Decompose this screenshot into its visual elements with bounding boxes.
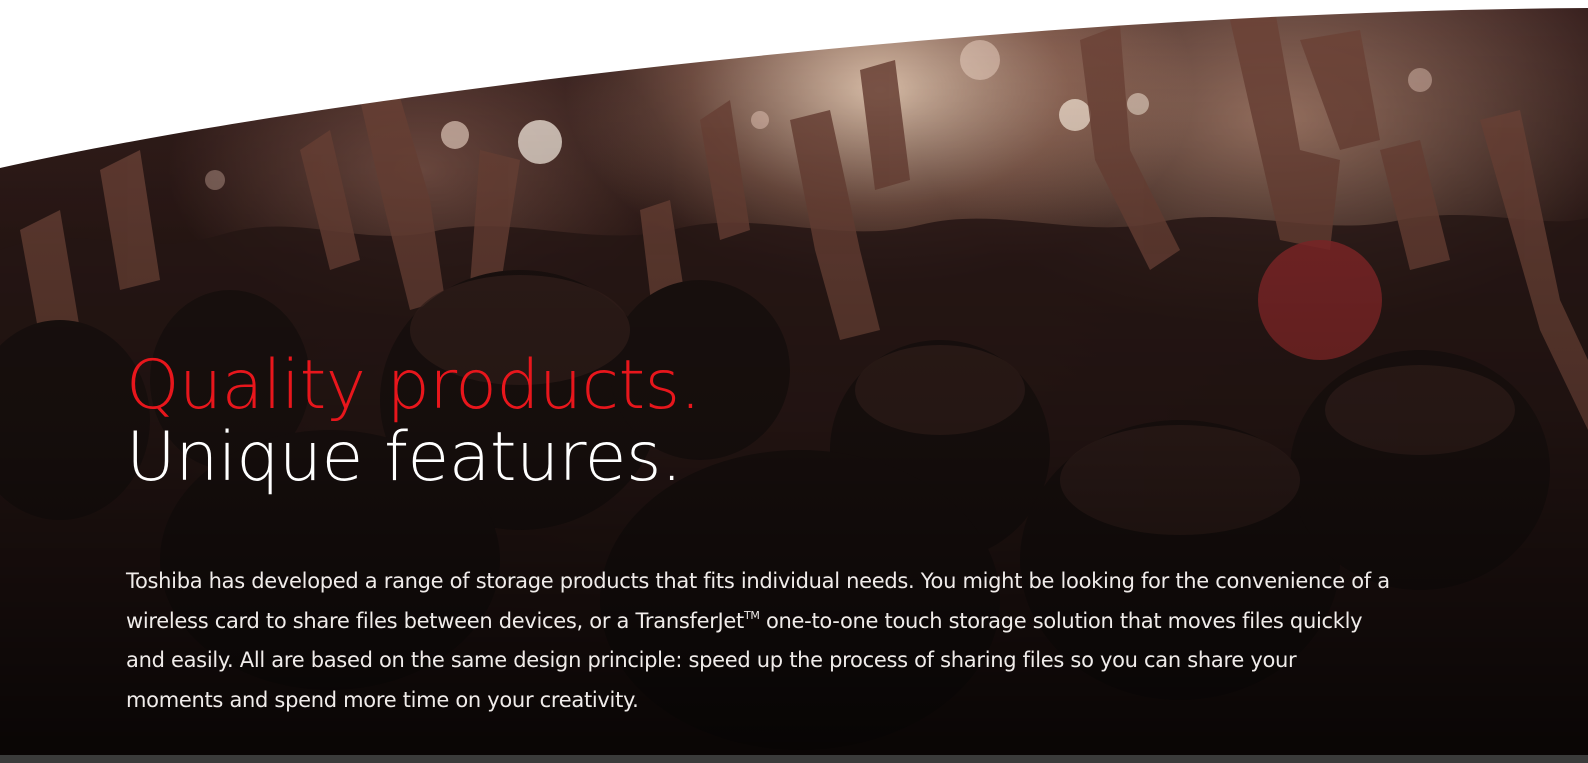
top-white-wave	[0, 0, 1588, 168]
headline-quality-products: Quality products.	[126, 346, 701, 425]
bottom-divider	[0, 755, 1588, 763]
hero-headline: Quality products. Unique features.	[126, 350, 701, 494]
hero-banner: Quality products. Unique features. Toshi…	[0, 0, 1588, 763]
trademark-mark: TM	[743, 608, 760, 622]
hero-description: Toshiba has developed a range of storage…	[126, 562, 1396, 720]
headline-unique-features: Unique features.	[126, 418, 683, 497]
